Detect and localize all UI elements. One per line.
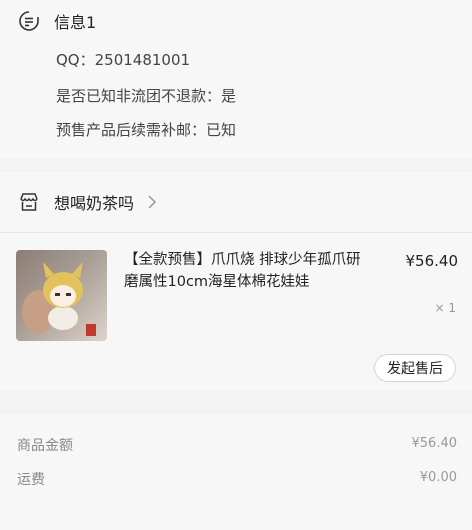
info-postage: 预售产品后续需补邮：已知 xyxy=(56,121,237,139)
shop-name[interactable]: 想喝奶茶吗 xyxy=(54,190,134,214)
info-title: 信息1 xyxy=(54,13,97,32)
product-quantity: × 1 xyxy=(434,301,456,315)
divider xyxy=(0,232,472,233)
note-icon xyxy=(19,11,39,31)
price-summary: 商品金额 ¥56.40 运费 ¥0.00 xyxy=(0,414,472,530)
info-card: 信息1 QQ：2501481001 是否已知非流团不退款：是 预售产品后续需补邮… xyxy=(0,0,472,158)
product-price: ¥56.40 xyxy=(405,252,459,270)
plush-doll-image xyxy=(22,262,96,336)
goods-amount-label: 商品金额 xyxy=(17,438,73,454)
shipping-label: 运费 xyxy=(17,472,45,488)
product-title[interactable]: 【全款预售】爪爪烧 排球少年孤爪研磨属性10cm海星体棉花娃娃 xyxy=(124,249,374,293)
order-item-card: 想喝奶茶吗 【全款预售】爪爪烧 排球少年孤爪研磨属性10cm海星体棉花娃娃 ¥5… xyxy=(0,172,472,390)
shipping-value: ¥0.00 xyxy=(419,470,457,485)
after-sale-button[interactable]: 发起售后 xyxy=(374,354,456,382)
info-refund: 是否已知非流团不退款：是 xyxy=(56,87,237,105)
goods-amount-value: ¥56.40 xyxy=(411,436,458,451)
product-image[interactable] xyxy=(16,250,107,341)
shop-row[interactable]: 想喝奶茶吗 xyxy=(18,190,158,214)
chevron-right-icon[interactable] xyxy=(146,194,158,210)
info-title-row: 信息1 xyxy=(18,9,96,33)
info-qq: QQ：2501481001 xyxy=(56,51,191,69)
shop-icon xyxy=(20,193,38,211)
